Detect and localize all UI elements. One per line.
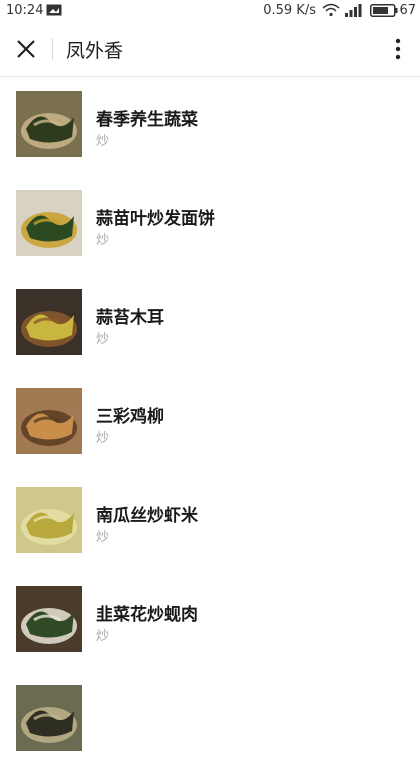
recipe-list: 春季养生蔬菜炒蒜苗叶炒发面饼炒蒜苔木耳炒三彩鸡柳炒南瓜丝炒虾米炒韭菜花炒蚬肉炒 xyxy=(0,77,420,770)
signal-icon xyxy=(345,4,362,17)
recipe-item[interactable]: 南瓜丝炒虾米炒 xyxy=(0,473,420,572)
recipe-thumbnail xyxy=(16,289,82,355)
recipe-item[interactable]: 韭菜花炒蚬肉炒 xyxy=(0,572,420,671)
recipe-item[interactable]: 春季养生蔬菜炒 xyxy=(0,77,420,176)
recipe-method: 炒 xyxy=(96,629,110,644)
recipe-method: 炒 xyxy=(96,431,110,446)
recipe-item[interactable]: 蒜苗叶炒发面饼炒 xyxy=(0,176,420,275)
recipe-method: 炒 xyxy=(96,530,110,545)
recipe-name: 南瓜丝炒虾米 xyxy=(96,506,198,526)
recipe-thumbnail xyxy=(16,685,82,751)
recipe-item[interactable]: 蒜苔木耳炒 xyxy=(0,275,420,374)
recipe-name: 蒜苔木耳 xyxy=(96,308,164,328)
recipe-thumbnail xyxy=(16,388,82,454)
recipe-name: 韭菜花炒蚬肉 xyxy=(96,605,198,625)
battery-icon xyxy=(370,4,398,17)
more-options-icon[interactable] xyxy=(390,35,406,63)
status-bar: 10:24 0.59 K/s 67 xyxy=(0,0,420,22)
app-bar-divider xyxy=(52,38,53,60)
battery-percent: 67 xyxy=(399,3,416,18)
wifi-icon xyxy=(322,3,340,17)
recipe-item[interactable]: 三彩鸡柳炒 xyxy=(0,374,420,473)
recipe-name: 春季养生蔬菜 xyxy=(96,110,198,130)
recipe-thumbnail xyxy=(16,91,82,157)
message-icon xyxy=(46,4,62,16)
recipe-thumbnail xyxy=(16,586,82,652)
recipe-thumbnail xyxy=(16,190,82,256)
recipe-method: 炒 xyxy=(96,233,110,248)
recipe-item[interactable] xyxy=(0,671,420,770)
recipe-name: 三彩鸡柳 xyxy=(96,407,164,427)
status-time: 10:24 xyxy=(6,3,44,18)
recipe-name: 蒜苗叶炒发面饼 xyxy=(96,209,215,229)
network-speed: 0.59 K/s xyxy=(263,3,316,18)
recipe-method: 炒 xyxy=(96,332,110,347)
close-icon[interactable] xyxy=(12,35,40,63)
page-title: 凤外香 xyxy=(66,40,124,62)
recipe-thumbnail xyxy=(16,487,82,553)
recipe-method: 炒 xyxy=(96,134,110,149)
app-bar: 凤外香 xyxy=(0,22,420,77)
